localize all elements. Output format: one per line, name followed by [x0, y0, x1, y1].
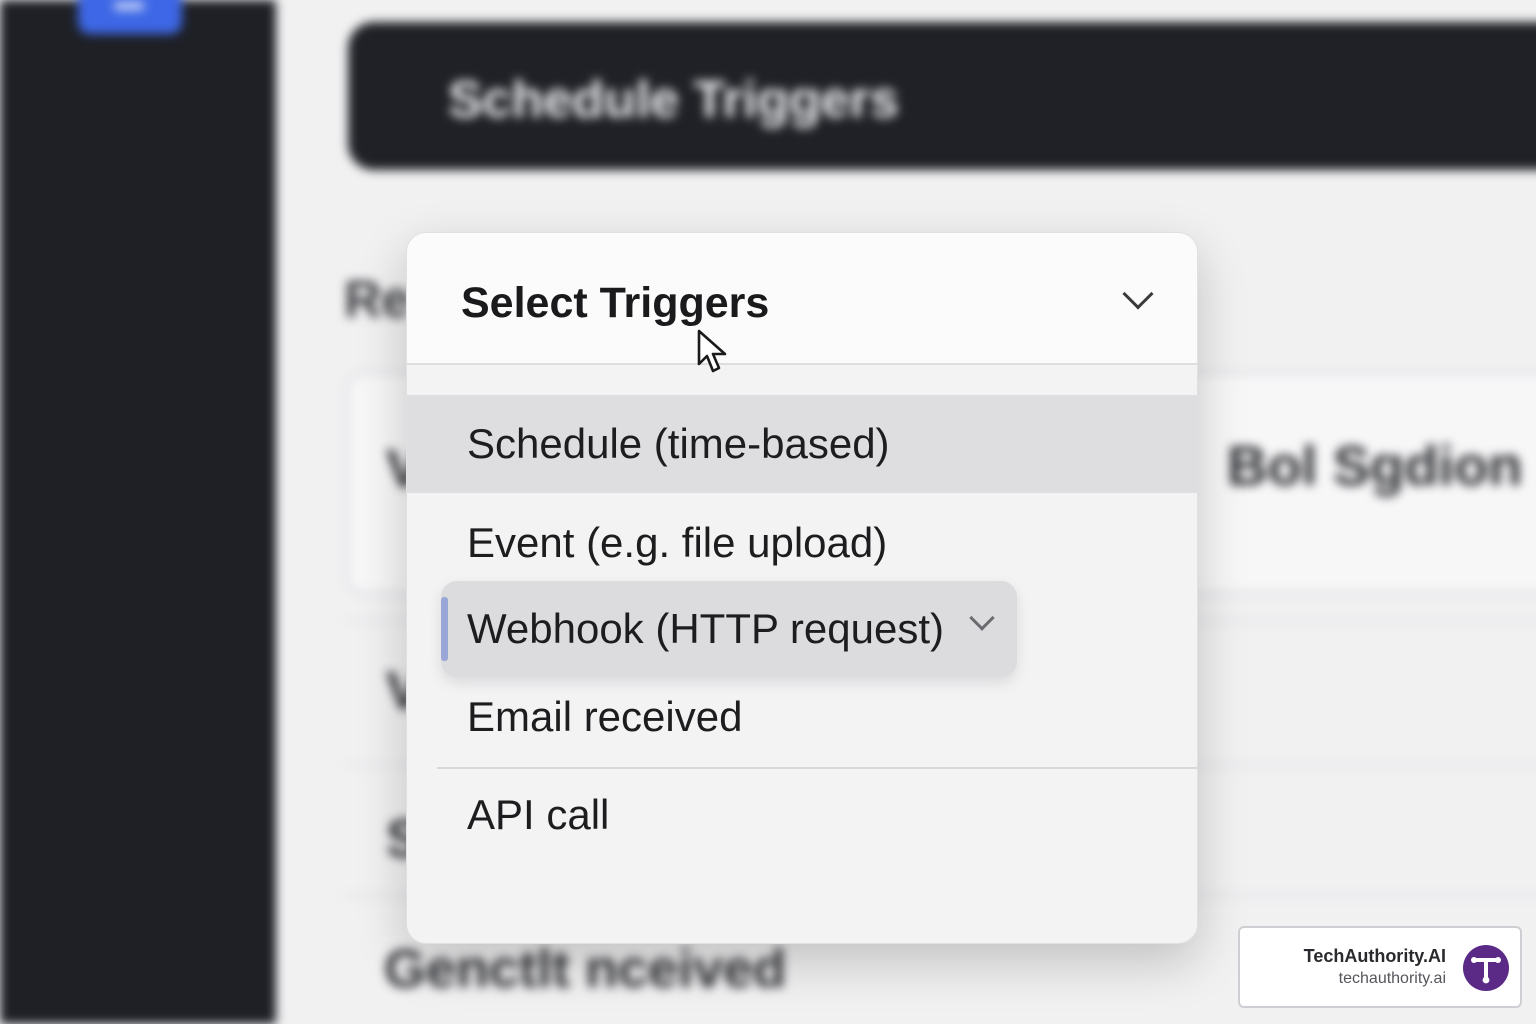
mouse-pointer-icon [697, 329, 727, 373]
chevron-down-icon[interactable] [1122, 278, 1154, 310]
chevron-down-icon[interactable] [969, 605, 995, 631]
dropdown-title: Select Triggers [461, 279, 770, 327]
selected-indicator [441, 597, 448, 661]
option-event[interactable]: Event (e.g. file upload) [407, 495, 1197, 591]
option-email[interactable]: Email received [407, 669, 1197, 765]
dropdown-header[interactable]: Select Triggers [407, 233, 1197, 365]
badge-url: techauthority.ai [1338, 970, 1446, 987]
page-header: Schedule Triggers [348, 22, 1536, 170]
techauthority-badge: TechAuthority.AI techauthority.ai [1238, 926, 1522, 1008]
background-card-text: Bol Sgdion [1227, 434, 1523, 497]
page-header-title: Schedule Triggers [448, 71, 899, 129]
badge-name: TechAuthority.AI [1303, 946, 1446, 966]
option-webhook-label: Webhook (HTTP request) [467, 605, 944, 652]
option-schedule[interactable]: Schedule (time-based) [407, 395, 1197, 493]
sidebar [0, 0, 276, 1024]
section-title: Re [344, 271, 411, 329]
sidebar-menu-button[interactable] [78, 0, 182, 34]
option-webhook[interactable]: Webhook (HTTP request) [441, 581, 1017, 677]
techauthority-logo-icon [1463, 945, 1509, 991]
option-api-call[interactable]: API call [407, 767, 1197, 863]
background-footer-text: Genctlt nceived [384, 939, 787, 999]
select-triggers-dropdown: Select Triggers Schedule (time-based) Ev… [406, 232, 1198, 944]
